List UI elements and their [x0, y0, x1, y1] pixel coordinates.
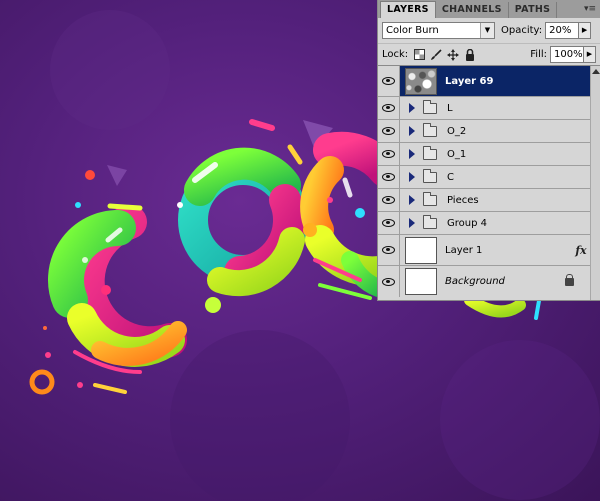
scroll-up-icon[interactable]	[591, 69, 600, 74]
folder-icon	[423, 145, 437, 160]
chevron-down-icon: ▼	[480, 23, 494, 38]
lock-row: Lock: Fill: 100% ▶	[378, 44, 600, 66]
lock-label: Lock:	[382, 49, 409, 60]
expand-arrow-icon[interactable]	[409, 149, 415, 159]
layer-name[interactable]: L	[447, 103, 453, 114]
eye-icon	[382, 104, 395, 112]
opacity-slider-arrow-icon[interactable]: ▶	[579, 22, 592, 39]
layer-name[interactable]: O_2	[447, 126, 466, 137]
layer-name[interactable]: C	[447, 172, 454, 183]
layer-row-background[interactable]: Background	[378, 266, 600, 297]
layer-name[interactable]: O_1	[447, 149, 466, 160]
visibility-toggle[interactable]	[378, 66, 400, 96]
layer-row-layer-1[interactable]: Layer 1 fx ▼	[378, 235, 600, 266]
letter-o1-shape	[177, 147, 308, 297]
expand-arrow-icon[interactable]	[409, 195, 415, 205]
eye-icon	[382, 277, 395, 286]
layer-thumbnail	[405, 67, 437, 95]
fx-icon[interactable]: fx	[575, 244, 586, 257]
move-icon[interactable]	[446, 48, 460, 62]
eye-icon	[382, 77, 395, 85]
visibility-toggle[interactable]	[378, 97, 400, 119]
panel-menu-icon[interactable]: ▾≡	[583, 3, 597, 15]
tab-paths[interactable]: PATHS	[509, 2, 558, 18]
eye-icon	[382, 246, 395, 254]
visibility-toggle[interactable]	[378, 189, 400, 211]
visibility-toggle[interactable]	[378, 266, 400, 297]
visibility-toggle[interactable]	[378, 166, 400, 188]
layer-list: Layer 69 L O_2 O_1 C Pieces Group 4 Laye…	[378, 66, 600, 297]
tab-channels[interactable]: CHANNELS	[436, 2, 509, 18]
fill-label: Fill:	[530, 49, 547, 60]
letter-c-shape	[48, 205, 187, 367]
layer-name[interactable]: Pieces	[447, 195, 479, 206]
layer-row-pieces[interactable]: Pieces	[378, 189, 600, 212]
visibility-toggle[interactable]	[378, 235, 400, 265]
visibility-toggle[interactable]	[378, 120, 400, 142]
expand-arrow-icon[interactable]	[409, 172, 415, 182]
brush-icon[interactable]	[429, 48, 443, 62]
layer-row-group-4[interactable]: Group 4	[378, 212, 600, 235]
opacity-label: Opacity:	[501, 25, 543, 36]
layer-row-layer-69[interactable]: Layer 69	[378, 66, 600, 97]
blend-mode-value: Color Burn	[386, 25, 439, 36]
visibility-toggle[interactable]	[378, 212, 400, 234]
eye-icon	[382, 127, 395, 135]
expand-arrow-icon[interactable]	[409, 218, 415, 228]
layer-row-c[interactable]: C	[378, 166, 600, 189]
panel-tab-bar: LAYERS CHANNELS PATHS ▾≡	[378, 0, 600, 18]
layer-thumbnail	[405, 236, 437, 264]
layer-name[interactable]: Layer 69	[445, 76, 493, 87]
layer-name[interactable]: Background	[445, 276, 505, 287]
folder-icon	[423, 191, 437, 206]
lock-icon	[565, 273, 574, 286]
layer-thumbnail	[405, 268, 437, 295]
blend-mode-select[interactable]: Color Burn ▼	[382, 22, 495, 39]
expand-arrow-icon[interactable]	[409, 126, 415, 136]
eye-icon	[382, 196, 395, 204]
folder-icon	[423, 214, 437, 229]
layer-row-l[interactable]: L	[378, 97, 600, 120]
lock-icon[interactable]	[463, 48, 477, 62]
eye-icon	[382, 173, 395, 181]
folder-icon	[423, 122, 437, 137]
layer-name[interactable]: Group 4	[447, 218, 487, 229]
visibility-toggle[interactable]	[378, 143, 400, 165]
layer-name[interactable]: Layer 1	[445, 245, 482, 256]
layer-row-o-1[interactable]: O_1	[378, 143, 600, 166]
opacity-input[interactable]: 20%	[545, 22, 580, 39]
layers-panel: LAYERS CHANNELS PATHS ▾≡ Color Burn ▼ Op…	[377, 0, 600, 301]
transparency-lock-icon[interactable]	[412, 48, 426, 62]
layer-row-o-2[interactable]: O_2	[378, 120, 600, 143]
expand-arrow-icon[interactable]	[409, 103, 415, 113]
layers-scrollbar[interactable]	[590, 66, 600, 300]
blend-row: Color Burn ▼ Opacity: 20% ▶	[378, 18, 600, 44]
tab-layers[interactable]: LAYERS	[380, 1, 436, 18]
letter-o2-shape	[300, 131, 402, 299]
fill-input[interactable]: 100%	[550, 46, 584, 63]
eye-icon	[382, 219, 395, 227]
eye-icon	[382, 150, 395, 158]
folder-icon	[423, 168, 437, 183]
folder-icon	[423, 99, 437, 114]
fill-slider-arrow-icon[interactable]: ▶	[584, 46, 596, 63]
